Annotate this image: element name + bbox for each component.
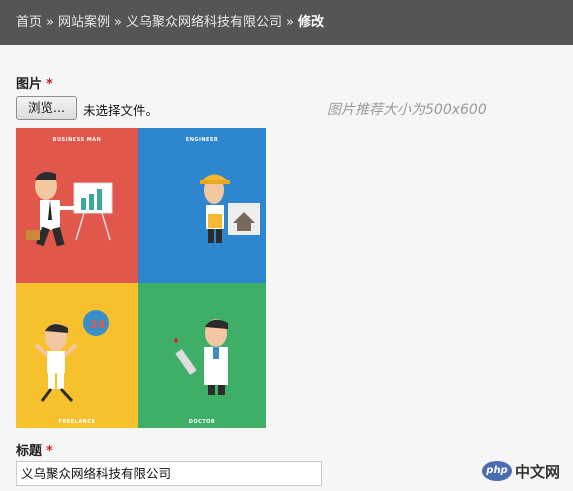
doctor-illustration [174, 319, 228, 395]
breadcrumb-separator: » [114, 15, 122, 30]
browse-file-button[interactable]: 浏览... [16, 96, 77, 120]
freelance-illustration: 24 [34, 310, 109, 403]
breadcrumb-company-link[interactable]: 义乌聚众网络科技有限公司 [126, 15, 282, 30]
no-file-selected-text: 未选择文件。 [83, 103, 159, 118]
title-label-text: 标题 [16, 444, 43, 459]
image-preview: BUSINESS MAN ENGINEER 24 FREELANCE DOCTO… [16, 128, 266, 428]
breadcrumb-separator: » [46, 15, 54, 30]
title-field-label: 标题 * [16, 440, 53, 459]
site-watermark: php 中文网 [482, 460, 570, 482]
panel-caption: DOCTOR [188, 419, 216, 425]
image-size-hint: 图片推荐大小为500x600 [327, 102, 487, 118]
preview-panel-doctor: DOCTOR [138, 283, 266, 428]
breadcrumb-home-link[interactable]: 首页 [16, 15, 42, 30]
breadcrumb-cases-link[interactable]: 网站案例 [58, 15, 110, 30]
title-input[interactable]: 义乌聚众网络科技有限公司 [16, 461, 322, 486]
clock-badge: 24 [90, 318, 106, 331]
breadcrumb-current: 修改 [297, 15, 324, 30]
watermark-text: 中文网 [515, 463, 561, 481]
panel-caption: FREELANCE [58, 419, 96, 425]
preview-panel-freelance: 24 FREELANCE [16, 283, 138, 428]
image-field-label: 图片 * [16, 73, 53, 92]
engineer-illustration [200, 174, 260, 243]
php-logo: php [482, 461, 512, 481]
preview-panel-business-man: BUSINESS MAN [16, 128, 138, 283]
preview-panel-engineer: ENGINEER [138, 128, 266, 283]
required-marker: * [46, 77, 53, 92]
breadcrumb-separator: » [285, 15, 294, 30]
business-man-illustration [26, 172, 113, 247]
image-label-text: 图片 [16, 77, 43, 92]
required-marker: * [46, 444, 53, 459]
breadcrumb: 首页» 网站案例» 义乌聚众网络科技有限公司» 修改 [0, 0, 573, 45]
